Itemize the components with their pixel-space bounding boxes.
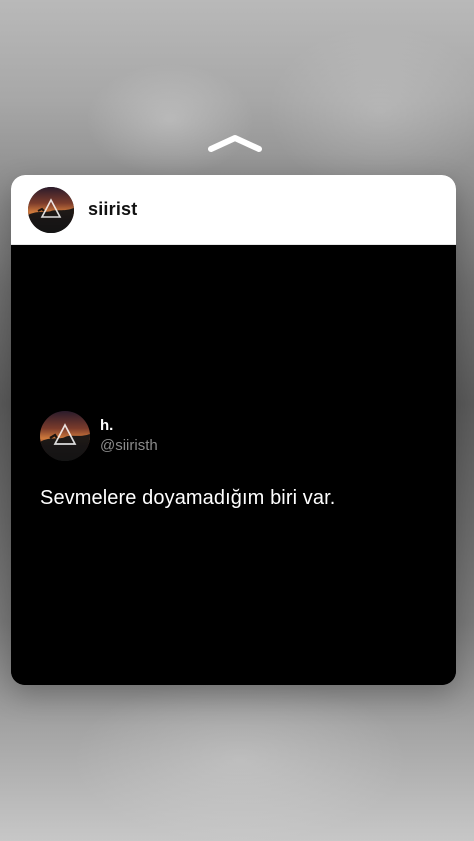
- avatar[interactable]: [28, 186, 74, 233]
- tweet-avatar[interactable]: [40, 411, 90, 461]
- tweet-text: Sevmelere doyamadığım biri var.: [40, 487, 336, 509]
- header-username[interactable]: siirist: [88, 199, 137, 220]
- tweet-display-name[interactable]: h.: [100, 417, 158, 435]
- tweet-avatar-image: [40, 411, 90, 461]
- chevron-up-icon[interactable]: [205, 132, 265, 154]
- preview-card[interactable]: siirist h. @siiristh Sevmelere doyamadığ…: [11, 175, 456, 685]
- tweet-handle[interactable]: @siiristh: [100, 437, 158, 455]
- tweet: h. @siiristh Sevmelere doyamadığım biri …: [40, 411, 440, 511]
- tweet-meta: h. @siiristh: [100, 417, 158, 455]
- card-body: h. @siiristh Sevmelere doyamadığım biri …: [11, 245, 456, 685]
- tweet-header: h. @siiristh: [40, 411, 440, 461]
- avatar-image: [28, 186, 74, 233]
- card-header: siirist: [11, 175, 456, 245]
